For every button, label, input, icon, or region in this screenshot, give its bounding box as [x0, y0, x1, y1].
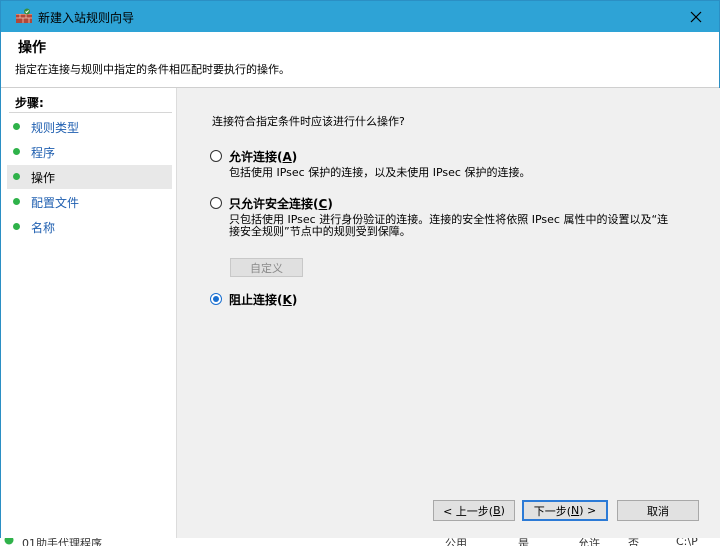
row-cell: 公用 — [445, 538, 467, 546]
window-title: 新建入站规则向导 — [38, 11, 135, 25]
step-action[interactable]: 操作 — [7, 165, 172, 189]
row-cell: 01助手代理程序 — [22, 538, 102, 546]
main-content: 连接符合指定条件时应该进行什么操作? 允许连接(A) 包括使用 IPsec 保护… — [177, 88, 720, 538]
background-window-edge — [720, 0, 728, 538]
action-question: 连接符合指定条件时应该进行什么操作? — [212, 115, 405, 128]
background-table-row: 01助手代理程序 公用 是 允许 否 C:\P — [0, 538, 728, 546]
option-title[interactable]: 阻止连接(K) — [229, 291, 297, 308]
customize-button[interactable]: 自定义 — [230, 258, 303, 277]
option-description: 包括使用 IPsec 保护的连接，以及未使用 IPsec 保护的连接。 — [229, 166, 531, 179]
step-bullet-icon — [13, 173, 20, 180]
next-button[interactable]: 下一步(N) > — [522, 500, 608, 521]
title-bar[interactable]: 新建入站规则向导 — [1, 1, 719, 32]
step-bullet-icon — [13, 223, 20, 230]
step-label[interactable]: 规则类型 — [31, 119, 79, 136]
row-cell: C:\P — [676, 538, 698, 546]
page-description: 指定在连接与规则中指定的条件相匹配时要执行的操作。 — [15, 63, 290, 76]
row-checkbox-icon — [4, 538, 14, 546]
cancel-button[interactable]: 取消 — [617, 500, 699, 521]
radio-allow[interactable] — [210, 150, 222, 162]
back-button[interactable]: < 上一步(B) — [433, 500, 515, 521]
step-label[interactable]: 程序 — [31, 144, 55, 161]
step-profile[interactable]: 配置文件 — [7, 190, 172, 214]
close-button[interactable] — [673, 1, 719, 32]
firewall-icon — [15, 8, 33, 24]
row-cell: 允许 — [578, 538, 600, 546]
steps-label: 步骤: — [15, 96, 44, 110]
steps-divider — [9, 112, 172, 113]
step-bullet-icon — [13, 123, 20, 130]
option-title[interactable]: 只允许安全连接(C) — [229, 195, 333, 212]
step-program[interactable]: 程序 — [7, 140, 172, 164]
step-bullet-icon — [13, 198, 20, 205]
steps-sidebar: 步骤: 规则类型 程序 操作 配置文件 名称 — [1, 88, 177, 538]
step-rule-type[interactable]: 规则类型 — [7, 115, 172, 139]
page-title: 操作 — [18, 40, 46, 56]
wizard-window: 新建入站规则向导 操作 指定在连接与规则中指定的条件相匹配时要执行的操作。 步骤… — [0, 0, 720, 538]
page-header: 操作 指定在连接与规则中指定的条件相匹配时要执行的操作。 — [1, 32, 719, 88]
row-cell: 是 — [518, 538, 529, 546]
close-icon — [690, 11, 702, 22]
option-description: 只包括使用 IPsec 进行身份验证的连接。连接的安全性将依照 IPsec 属性… — [229, 213, 669, 238]
step-bullet-icon — [13, 148, 20, 155]
step-label[interactable]: 名称 — [31, 219, 55, 236]
step-label: 操作 — [31, 171, 56, 185]
option-title[interactable]: 允许连接(A) — [229, 148, 297, 165]
radio-block[interactable] — [210, 293, 222, 305]
step-name[interactable]: 名称 — [7, 215, 172, 239]
radio-secure-only[interactable] — [210, 197, 222, 209]
step-label[interactable]: 配置文件 — [31, 194, 79, 211]
row-cell: 否 — [628, 538, 639, 546]
